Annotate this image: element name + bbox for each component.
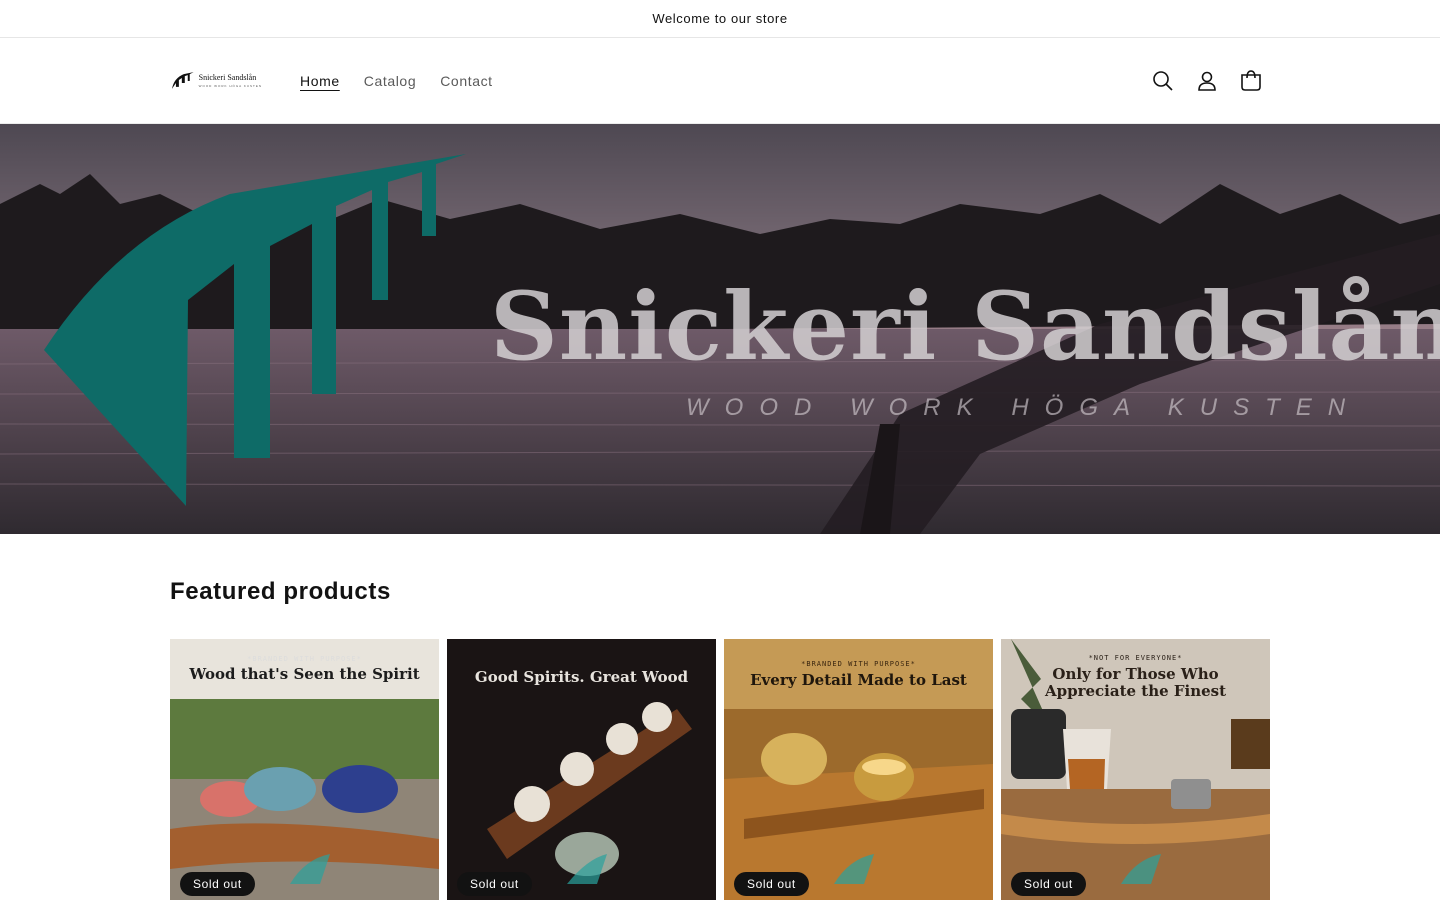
product-tagline: *BRANDED WITH PURPOSE* <box>801 660 916 668</box>
nav-home[interactable]: Home <box>300 73 340 89</box>
sold-out-badge: Sold out <box>180 872 255 896</box>
site-header: Snickeri Sandslån WOOD WORK HÖGA KUSTEN … <box>0 38 1440 124</box>
logo-subtitle: WOOD WORK HÖGA KUSTEN <box>198 84 262 88</box>
sold-out-badge: Sold out <box>457 872 532 896</box>
nav-catalog[interactable]: Catalog <box>364 73 416 89</box>
header-icons <box>1150 68 1264 94</box>
product-tagline: *NOT FOR EVERYONE* <box>1088 654 1183 662</box>
hero-title: Snickeri Sandslån <box>490 272 1440 382</box>
announcement-text: Welcome to our store <box>652 11 788 26</box>
product-card[interactable]: *BRANDED WITH PURPOSE* Wood that's Seen … <box>170 639 439 900</box>
nav-contact[interactable]: Contact <box>440 73 492 89</box>
product-image-text: Only for Those Who Appreciate the Finest <box>1044 665 1227 700</box>
featured-heading: Featured products <box>170 578 391 605</box>
sold-out-badge: Sold out <box>734 872 809 896</box>
main-nav: Home Catalog Contact <box>300 73 493 89</box>
hero-subtitle: WOOD WORK HÖGA KUSTEN <box>686 394 1362 421</box>
hero-banner: Snickeri Sandslån WOOD WORK HÖGA KUSTEN <box>0 124 1440 534</box>
account-icon[interactable] <box>1194 68 1220 94</box>
search-icon[interactable] <box>1150 68 1176 94</box>
product-card[interactable]: *NOT FOR EVERYONE* Only for Those Who Ap… <box>1001 639 1270 900</box>
logo-mark-icon <box>171 71 194 89</box>
product-card[interactable]: *BRANDED WITH PURPOSE* Every Detail Made… <box>724 639 993 900</box>
product-image-text: Every Detail Made to Last <box>750 671 967 689</box>
product-card[interactable]: Good Spirits. Great Wood Sold out <box>447 639 716 900</box>
logo-title: Snickeri Sandslån <box>198 73 257 82</box>
product-grid: *BRANDED WITH PURPOSE* Wood that's Seen … <box>170 639 1270 900</box>
logo[interactable]: Snickeri Sandslån WOOD WORK HÖGA KUSTEN <box>170 65 262 97</box>
product-image-text: Good Spirits. Great Wood <box>474 668 689 686</box>
product-image-text: Wood that's Seen the Spirit <box>189 665 420 683</box>
product-tagline: *BRANDED WITH PURPOSE* <box>247 655 362 663</box>
announcement-bar: Welcome to our store <box>0 0 1440 38</box>
cart-icon[interactable] <box>1238 68 1264 94</box>
sold-out-badge: Sold out <box>1011 872 1086 896</box>
